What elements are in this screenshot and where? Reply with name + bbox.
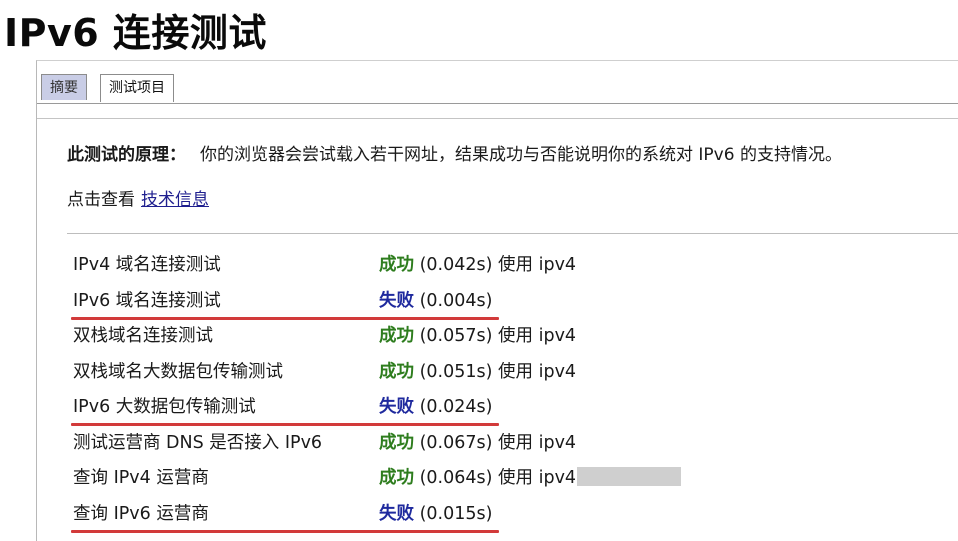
test-name: IPv6 域名连接测试: [73, 290, 221, 311]
tab-summary[interactable]: 摘要: [41, 74, 87, 100]
test-protocol: 使用 ipv4: [498, 432, 577, 453]
content-top-border: [37, 118, 958, 119]
page-title: IPv6 连接测试: [4, 11, 267, 55]
result-row: IPv6 域名连接测试 失败 (0.004s): [71, 287, 633, 323]
test-outcome: 失败 (0.004s): [379, 287, 492, 315]
test-duration: (0.042s): [419, 255, 493, 275]
test-duration: (0.024s): [419, 397, 493, 417]
test-name: 测试运营商 DNS 是否接入 IPv6: [73, 432, 323, 453]
test-name: 查询 IPv4 运营商: [73, 468, 209, 488]
tab-divider: [37, 103, 958, 104]
test-name: 双栈域名大数据包传输测试: [73, 361, 283, 382]
result-row: 双栈域名大数据包传输测试 成功 (0.051s) 使用 ipv4: [73, 358, 633, 394]
test-duration: (0.015s): [419, 503, 493, 524]
test-name: 查询 IPv6 运营商: [73, 503, 209, 524]
result-row: 查询 IPv4 运营商 成功 (0.064s) 使用 ipv4: [73, 464, 682, 500]
tech-info-link[interactable]: 技术信息: [141, 190, 209, 210]
test-protocol: 使用 ipv4: [498, 326, 577, 346]
results-list: IPv4 域名连接测试 成功 (0.042s) 使用 ipv4 IPv6 域名连接测…: [71, 251, 682, 536]
status-success: 成功: [379, 361, 414, 382]
highlight-underline: [71, 423, 499, 426]
status-failure: 失败: [379, 290, 414, 311]
principle-description: 你的浏览器会尝试载入若干网址，结果成功与否能说明你的系统对 IPv6 的支持情况…: [200, 145, 842, 165]
tab-test-items[interactable]: 测试项目: [100, 74, 174, 102]
section-divider: [67, 233, 958, 234]
result-row: 测试运营商 DNS 是否接入 IPv6 成功 (0.067s) 使用 ipv4: [73, 429, 633, 465]
test-protocol: 使用 ipv4: [498, 468, 577, 488]
status-failure: 失败: [379, 397, 414, 417]
test-name: 双栈域名连接测试: [73, 326, 213, 346]
status-success: 成功: [379, 432, 414, 453]
test-outcome: 成功 (0.067s) 使用 ipv4: [379, 429, 576, 457]
principle-label: 此测试的原理：: [67, 145, 186, 165]
test-outcome: 成功 (0.042s) 使用 ipv4: [379, 251, 576, 279]
status-failure: 失败: [379, 503, 414, 524]
test-duration: (0.004s): [419, 290, 493, 311]
tech-info-prefix: 点击查看: [67, 190, 135, 210]
test-outcome: 失败 (0.015s): [379, 500, 492, 528]
test-duration: (0.067s): [419, 432, 493, 453]
test-duration: (0.057s): [419, 326, 493, 346]
test-duration: (0.051s): [419, 361, 493, 382]
redacted-area: [577, 467, 682, 486]
test-outcome: 成功 (0.057s) 使用 ipv4: [379, 322, 576, 350]
test-outcome: 成功 (0.064s) 使用 ipv4: [379, 464, 682, 492]
test-protocol: 使用 ipv4: [498, 255, 577, 275]
test-outcome: 失败 (0.024s): [379, 393, 492, 421]
highlight-underline: [71, 529, 499, 533]
test-name: IPv6 大数据包传输测试: [73, 397, 256, 417]
test-duration: (0.064s): [419, 468, 493, 488]
status-success: 成功: [379, 326, 414, 346]
test-panel: 摘要 测试项目 此测试的原理： 你的浏览器会尝试载入若干网址，结果成功与否能说明你…: [36, 60, 958, 541]
test-name: IPv4 域名连接测试: [73, 255, 221, 275]
status-success: 成功: [379, 468, 414, 488]
result-row: IPv6 大数据包传输测试 失败 (0.024s): [71, 393, 633, 429]
result-row: 查询 IPv6 运营商 失败 (0.015s): [71, 500, 633, 536]
test-outcome: 成功 (0.051s) 使用 ipv4: [379, 358, 576, 386]
result-row: IPv4 域名连接测试 成功 (0.042s) 使用 ipv4: [73, 251, 633, 287]
result-row: 双栈域名连接测试 成功 (0.057s) 使用 ipv4: [73, 322, 633, 358]
status-success: 成功: [379, 255, 414, 275]
principle-text: 此测试的原理： 你的浏览器会尝试载入若干网址，结果成功与否能说明你的系统对 IPv…: [67, 143, 842, 167]
highlight-underline: [71, 316, 499, 320]
tech-info-line: 点击查看 技术信息: [67, 188, 209, 212]
test-protocol: 使用 ipv4: [498, 361, 577, 382]
